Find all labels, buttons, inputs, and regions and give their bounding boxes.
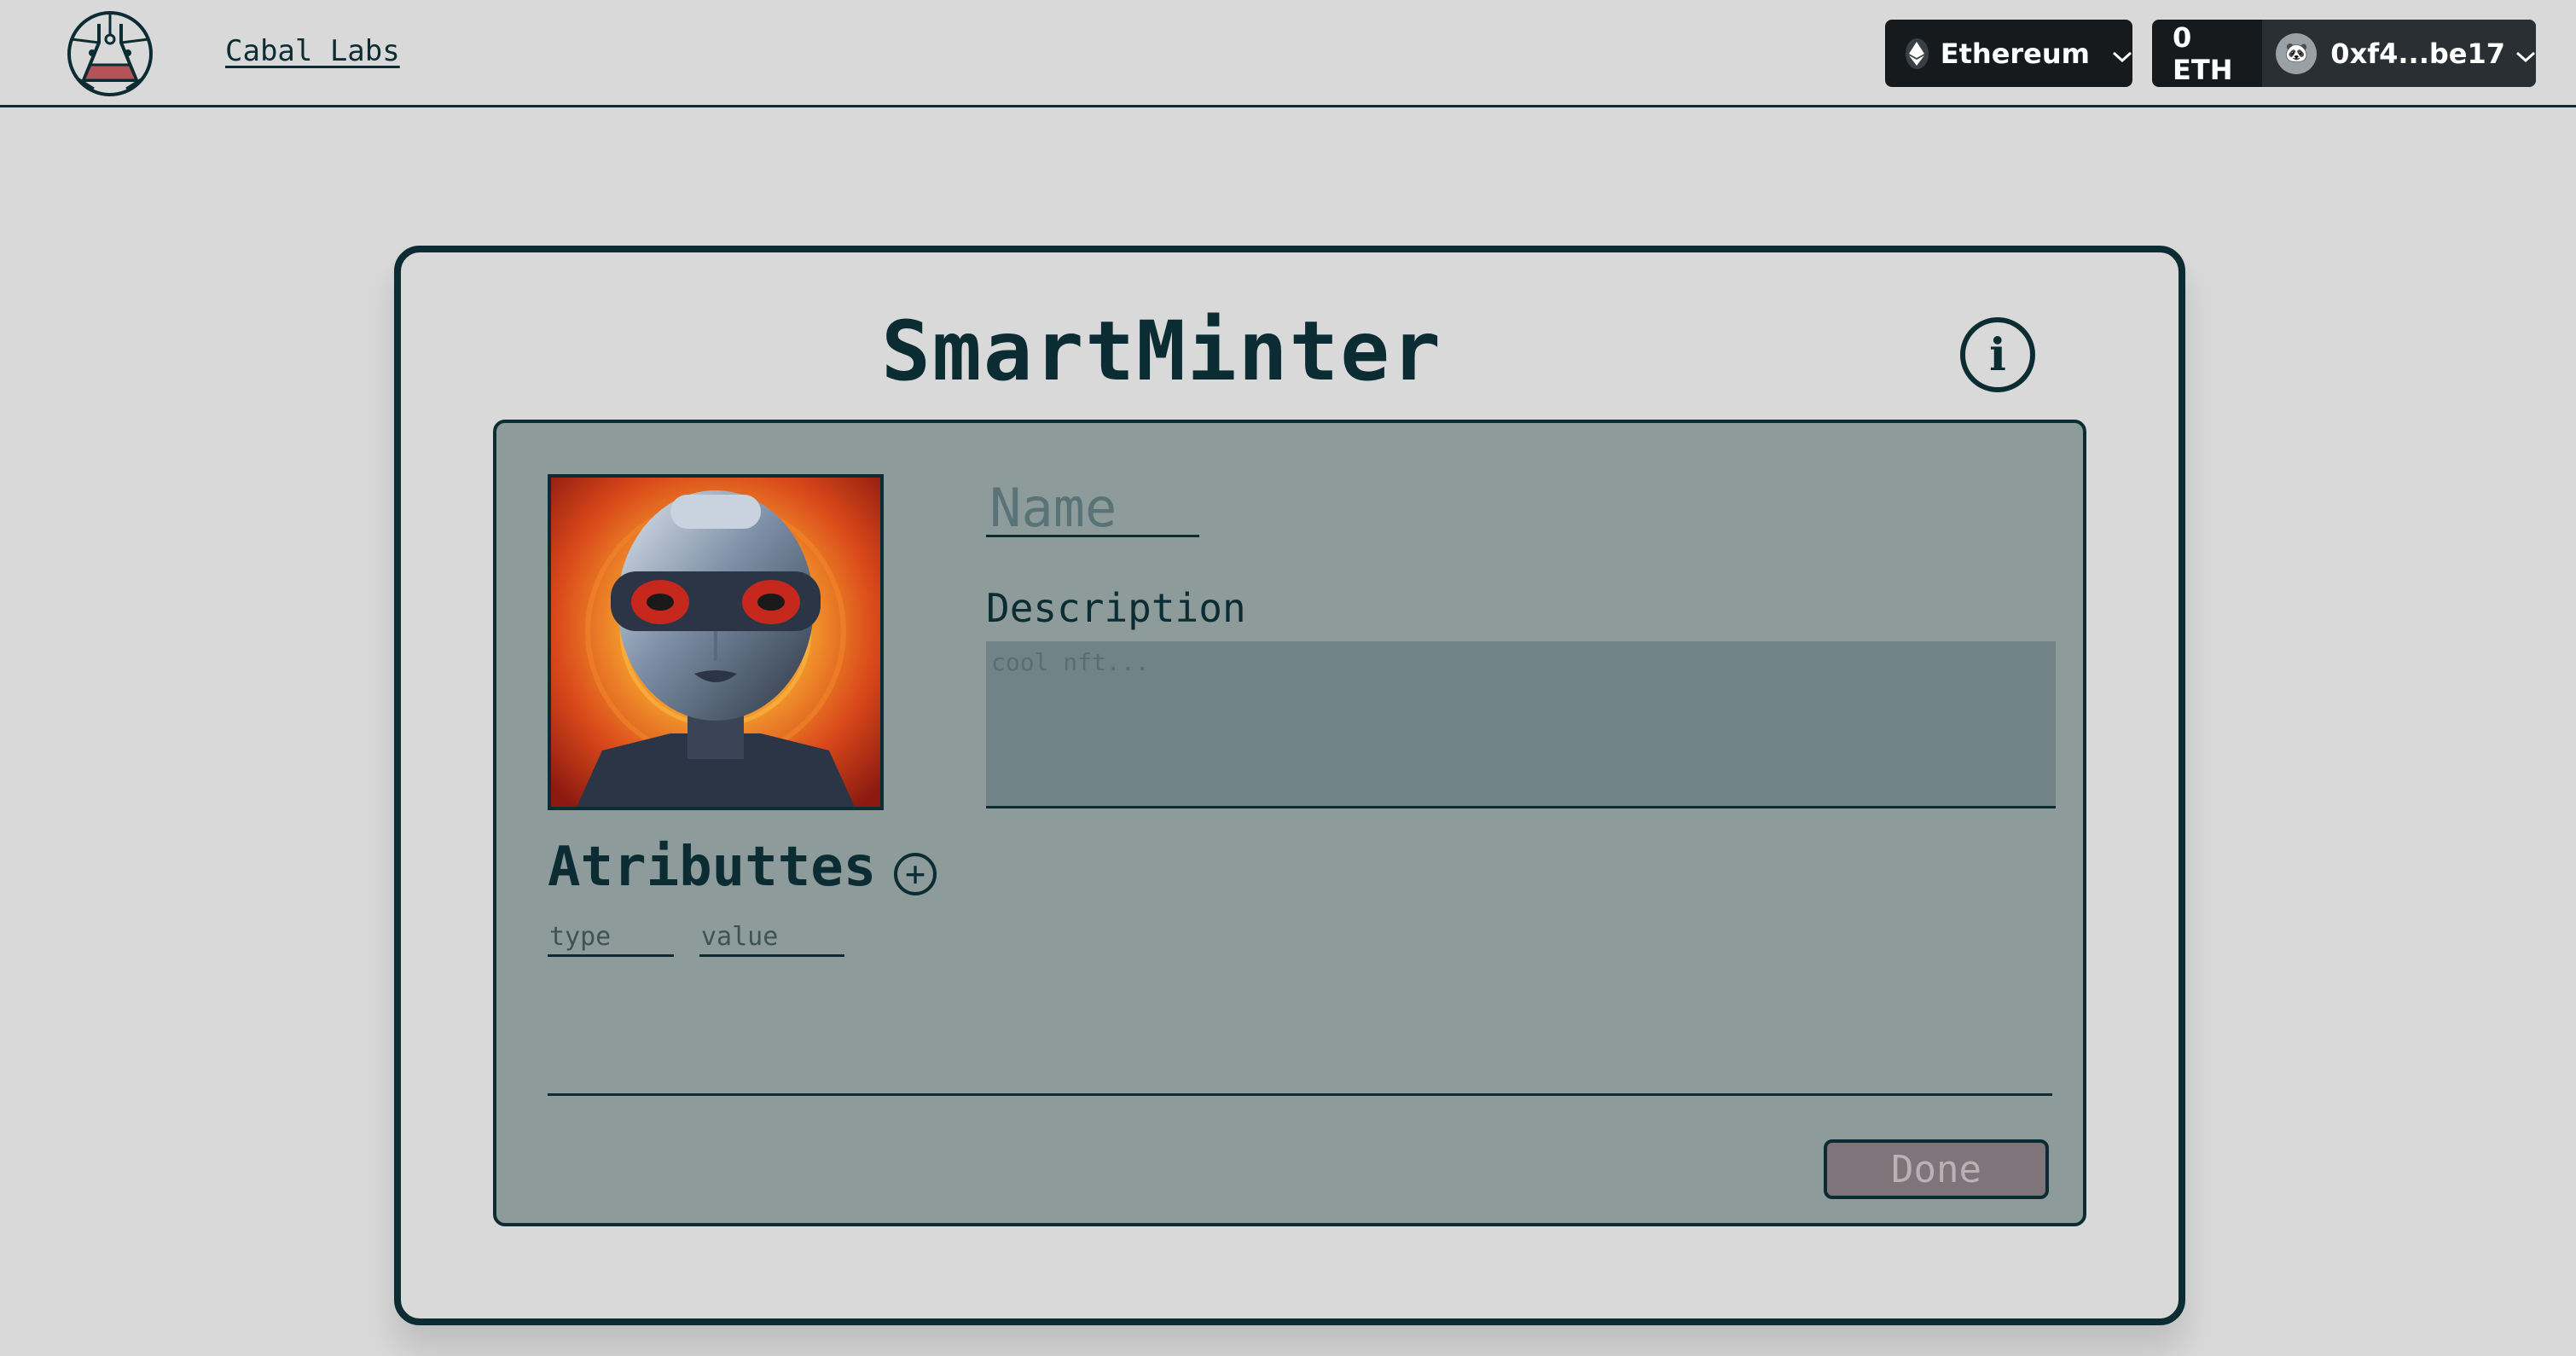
done-button[interactable]: Done	[1824, 1139, 2049, 1199]
form-divider	[548, 1093, 2052, 1096]
minter-card: SmartMinter i Name Description cool nft.…	[394, 246, 2185, 1325]
attributes-label: Atributtes	[548, 836, 877, 899]
top-navbar: Cabal Labs Ethereum 0 ETH 🐼 0xf4...be17	[0, 0, 2576, 107]
page-title: SmartMinter	[881, 304, 1442, 399]
flask-circle-logo-icon[interactable]	[65, 9, 155, 99]
chevron-down-icon	[2112, 38, 2132, 70]
plus-circle-icon[interactable]: +	[894, 853, 937, 895]
account-address: 0xf4...be17	[2330, 37, 2505, 70]
account-balance: 0 ETH	[2173, 20, 2233, 86]
description-label: Description	[986, 585, 1246, 631]
brand-link[interactable]: Cabal Labs	[225, 34, 400, 68]
mint-form-panel: Description Atributtes + Done	[493, 420, 2086, 1226]
nft-image-preview[interactable]	[548, 474, 884, 810]
chevron-down-icon	[2515, 38, 2536, 70]
nft-name-input[interactable]	[986, 481, 1199, 537]
panda-avatar-icon: 🐼	[2276, 32, 2318, 74]
network-label: Ethereum	[1940, 37, 2090, 70]
attribute-value-input[interactable]	[699, 919, 844, 957]
network-selector-button[interactable]: Ethereum	[1885, 20, 2132, 87]
ethereum-icon	[1906, 38, 1929, 69]
account-button[interactable]: 0 ETH 🐼 0xf4...be17	[2152, 20, 2536, 87]
account-address-box[interactable]: 🐼 0xf4...be17	[2262, 20, 2536, 87]
info-icon[interactable]: i	[1960, 317, 2035, 392]
attribute-type-input[interactable]	[548, 919, 674, 957]
description-textarea[interactable]	[986, 641, 2056, 808]
